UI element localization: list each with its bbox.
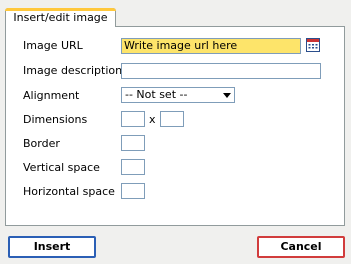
alignment-selected-value: -- Not set -- <box>125 88 188 101</box>
border-label: Border <box>23 137 60 150</box>
vertical-space-input[interactable] <box>121 159 145 175</box>
image-url-input[interactable]: Write image url here <box>121 38 301 54</box>
alignment-label: Alignment <box>23 89 80 102</box>
dimensions-label: Dimensions <box>23 113 88 126</box>
image-description-input[interactable] <box>121 63 321 79</box>
alignment-row: Alignment -- Not set -- <box>6 87 344 105</box>
image-description-label: Image description <box>23 64 123 77</box>
border-input[interactable] <box>121 135 145 151</box>
image-description-row: Image description <box>6 62 344 80</box>
width-input[interactable] <box>121 111 145 127</box>
horizontal-space-input[interactable] <box>121 183 145 199</box>
image-url-label: Image URL <box>23 39 83 52</box>
dimensions-row: Dimensions x <box>6 111 344 129</box>
image-properties-panel: Image URL Write image url here Image des… <box>5 26 345 226</box>
border-row: Border <box>6 135 344 153</box>
horizontal-space-row: Horizontal space <box>6 183 344 201</box>
vertical-space-label: Vertical space <box>23 161 100 174</box>
alignment-select[interactable]: -- Not set -- <box>121 87 235 103</box>
insert-button[interactable]: Insert <box>8 236 96 258</box>
dimensions-separator: x <box>149 113 156 126</box>
horizontal-space-label: Horizontal space <box>23 185 115 198</box>
height-input[interactable] <box>160 111 184 127</box>
tab-insert-edit-image[interactable]: Insert/edit image <box>5 8 116 27</box>
tab-label: Insert/edit image <box>13 11 108 24</box>
chevron-down-icon[interactable] <box>221 89 233 101</box>
cancel-button[interactable]: Cancel <box>257 236 345 258</box>
image-url-row: Image URL Write image url here <box>6 37 344 55</box>
vertical-space-row: Vertical space <box>6 159 344 177</box>
file-browser-icon[interactable] <box>306 38 320 52</box>
